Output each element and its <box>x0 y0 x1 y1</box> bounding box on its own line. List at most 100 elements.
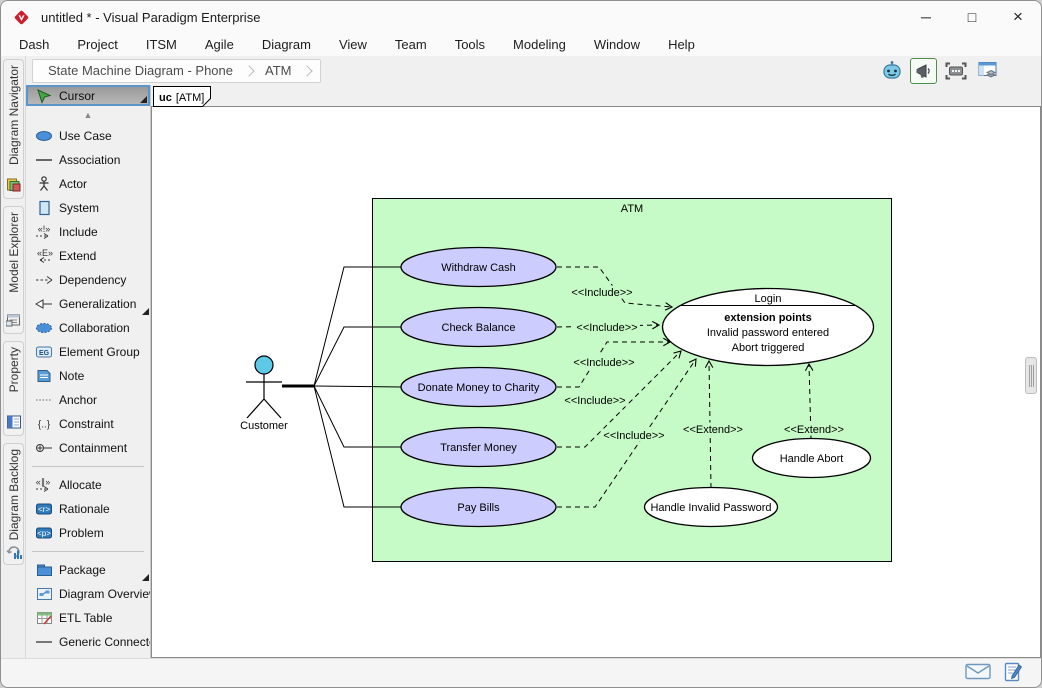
side-tab-strip: Diagram Navigator Model Explorer Property D… <box>1 56 26 658</box>
association-icon <box>33 152 55 168</box>
rationale-icon: <r> <box>33 501 55 517</box>
palette-separator <box>32 466 144 467</box>
handle-invalid-password-label: Handle Invalid Password <box>650 502 771 514</box>
menu-item-modeling[interactable]: Modeling <box>499 37 580 52</box>
window-controls: ─ □ × <box>903 1 1041 33</box>
panel-grip-handle[interactable] <box>1025 357 1037 394</box>
menu-item-team[interactable]: Team <box>381 37 441 52</box>
side-tab-label: Diagram Navigator <box>7 65 21 165</box>
breadcrumb-item-state-machine-diagram-phone[interactable]: State Machine Diagram - Phone <box>39 63 242 78</box>
generic-connector-icon <box>33 634 55 650</box>
palette-item-include[interactable]: «!»Include <box>26 220 150 244</box>
side-tab-label: Model Explorer <box>7 212 21 293</box>
palette-item-anchor[interactable]: Anchor <box>26 388 150 412</box>
status-bar-icons <box>965 662 1023 687</box>
menu-item-help[interactable]: Help <box>654 37 709 52</box>
containment-icon <box>33 440 55 456</box>
menu-item-itsm[interactable]: ITSM <box>132 37 191 52</box>
palette-scroll-up-icon[interactable]: ▲ <box>26 106 150 124</box>
palette-item-element-group[interactable]: EGElement Group <box>26 340 150 364</box>
palette-item-use-case[interactable]: Use Case <box>26 124 150 148</box>
palette-item-association[interactable]: Association <box>26 148 150 172</box>
palette-item-generalization[interactable]: Generalization <box>26 292 150 316</box>
menu-item-view[interactable]: View <box>325 37 381 52</box>
svg-text:Check Balance: Check Balance <box>442 322 516 334</box>
palette-item-constraint[interactable]: {..}Constraint <box>26 412 150 436</box>
palette-item-containment[interactable]: Containment <box>26 436 150 460</box>
palette-item-label: Cursor <box>59 89 95 103</box>
palette-item-diagram-overview[interactable]: Diagram Overview <box>26 582 150 606</box>
menu-item-tools[interactable]: Tools <box>441 37 499 52</box>
marquee-selection-icon[interactable] <box>942 58 969 84</box>
menu-item-project[interactable]: Project <box>63 37 131 52</box>
palette-item-label: Generic Connector <box>59 635 151 649</box>
actor-label: Customer <box>240 420 288 432</box>
assistant-robot-icon[interactable] <box>878 58 905 84</box>
submenu-corner-icon <box>142 574 149 581</box>
minimize-button[interactable]: ─ <box>903 1 949 33</box>
palette-item-label: Anchor <box>59 393 97 407</box>
svg-text:«E»: «E» <box>37 248 53 258</box>
side-tab-property[interactable]: Property <box>3 341 24 436</box>
palette-item-label: Package <box>59 563 106 577</box>
palette-item-label: ETL Table <box>59 611 112 625</box>
system-boundary-label[interactable]: ATM <box>621 203 643 215</box>
generalization-icon <box>33 296 55 312</box>
palette-item-extend[interactable]: «E»Extend <box>26 244 150 268</box>
palette-item-system[interactable]: System <box>26 196 150 220</box>
extend-icon: «E» <box>33 248 55 264</box>
report-edit-icon[interactable] <box>1003 662 1023 687</box>
announcement-icon[interactable] <box>910 58 937 84</box>
menu-item-dash[interactable]: Dash <box>5 37 63 52</box>
svg-text:<p>: <p> <box>37 529 51 538</box>
palette-item-rationale[interactable]: <r>Rationale <box>26 497 150 521</box>
toolbar-row: State Machine Diagram - Phone ATM <box>26 56 1042 85</box>
diagram-backlog-icon <box>6 544 22 560</box>
palette-item-collaboration[interactable]: Collaboration <box>26 316 150 340</box>
include-icon: «!» <box>33 224 55 240</box>
svg-text:Withdraw Cash: Withdraw Cash <box>441 262 516 274</box>
constraint-icon: {..} <box>33 416 55 432</box>
palette-item-dependency[interactable]: Dependency <box>26 268 150 292</box>
layers-panel-icon[interactable] <box>974 58 1001 84</box>
breadcrumb-item-atm[interactable]: ATM <box>256 63 300 78</box>
svg-text:<<Extend>>: <<Extend>> <box>683 424 743 436</box>
palette-item-actor[interactable]: Actor <box>26 172 150 196</box>
side-tab-diagram-navigator[interactable]: Diagram Navigator <box>3 59 24 199</box>
svg-text:{..}: {..} <box>38 420 51 431</box>
palette-item-package[interactable]: Package <box>26 558 150 582</box>
palette-item-label: Generalization <box>59 297 136 311</box>
palette-item-cursor[interactable]: Cursor <box>26 85 150 106</box>
svg-text:«∥»: «∥» <box>36 477 51 487</box>
actor-icon <box>33 176 55 192</box>
tool-palette: Cursor▲Use CaseAssociationActorSystem«!»… <box>26 85 151 658</box>
svg-text:«!»: «!» <box>38 224 51 234</box>
palette-item-label: Actor <box>59 177 87 191</box>
menu-item-window[interactable]: Window <box>580 37 654 52</box>
menu-item-diagram[interactable]: Diagram <box>248 37 325 52</box>
svg-text:Transfer Money: Transfer Money <box>440 442 517 454</box>
etl-table-icon <box>33 610 55 626</box>
close-button[interactable]: × <box>995 1 1041 33</box>
menu-item-agile[interactable]: Agile <box>191 37 248 52</box>
app-window: untitled * - Visual Paradigm Enterprise … <box>0 0 1042 688</box>
side-tab-model-explorer[interactable]: Model Explorer <box>3 206 24 334</box>
palette-separator <box>32 551 144 552</box>
package-icon <box>33 562 55 578</box>
palette-item-note[interactable]: Note <box>26 364 150 388</box>
mail-icon[interactable] <box>965 663 991 685</box>
side-tab-diagram-backlog[interactable]: Diagram Backlog <box>3 443 24 565</box>
palette-item-etl-table[interactable]: ETL Table <box>26 606 150 630</box>
palette-item-allocate[interactable]: «∥» Allocate <box>26 473 150 497</box>
svg-text:EG: EG <box>39 350 50 357</box>
palette-item-generic-connector[interactable]: Generic Connector <box>26 630 150 654</box>
chevron-right-icon <box>302 65 313 76</box>
palette-item-label: Association <box>59 153 120 167</box>
window-title: untitled * - Visual Paradigm Enterprise <box>41 10 260 25</box>
palette-item-problem[interactable]: <p>Problem <box>26 521 150 545</box>
extension-point-2: Abort triggered <box>732 342 805 354</box>
maximize-button[interactable]: □ <box>949 1 995 33</box>
palette-item-label: Allocate <box>59 478 102 492</box>
status-bar <box>1 658 1041 688</box>
svg-text:<<Include>>: <<Include>> <box>576 322 637 334</box>
